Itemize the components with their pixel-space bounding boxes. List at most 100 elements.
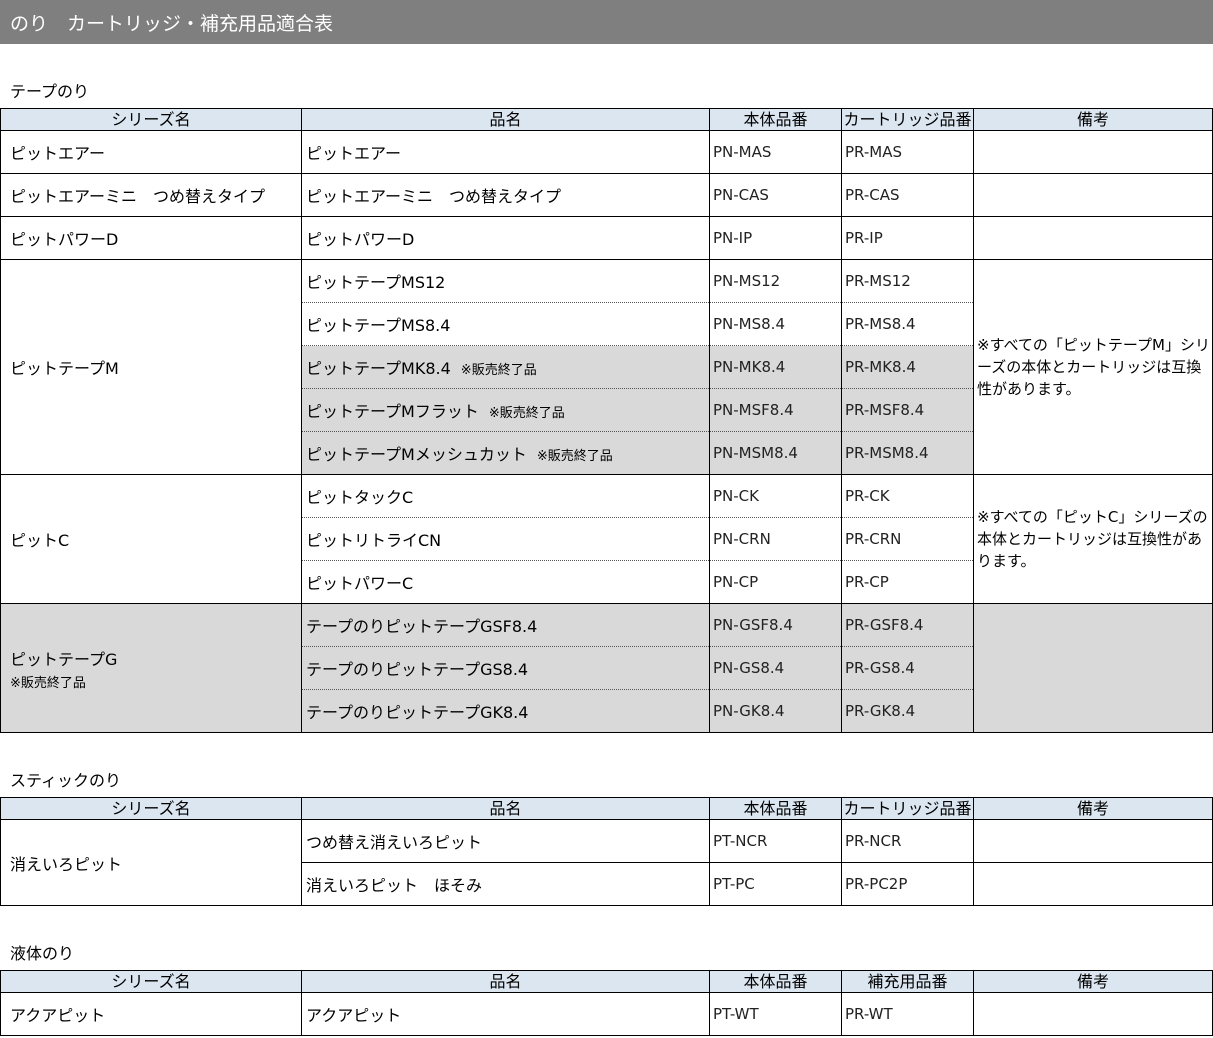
stick-glue-table: シリーズ名 品名 本体品番 カートリッジ品番 備考 消えいろピット つめ替え消え… — [0, 797, 1213, 906]
table-row: ピットパワーD ピットパワーD PN-IP PR-IP — [0, 216, 1213, 260]
table-row: アクアピット アクアピット PT-WT PR-WT — [0, 992, 1213, 1036]
cartridge-code: PR-GK8.4 — [841, 689, 974, 733]
header-cartridge-code: カートリッジ品番 — [841, 797, 974, 820]
product-name: 消えいろピット ほそみ — [301, 862, 710, 906]
table-header-row: シリーズ名 品名 本体品番 カートリッジ品番 備考 — [0, 108, 1213, 131]
header-note: 備考 — [973, 108, 1213, 131]
header-body-code: 本体品番 — [709, 108, 842, 131]
product-name: ピットパワーC — [301, 560, 710, 604]
cartridge-code: PR-CRN — [841, 517, 974, 561]
note-cell: ※すべての「ピットテープM」シリーズの本体とカートリッジは互換性があります。 — [973, 259, 1213, 475]
product-name: テープのりピットテープGK8.4 — [301, 689, 710, 733]
liquid-glue-table: シリーズ名 品名 本体品番 補充用品番 備考 アクアピット アクアピット PT-… — [0, 970, 1213, 1036]
body-code: PN-MS8.4 — [709, 302, 842, 346]
cartridge-code: PR-MS8.4 — [841, 302, 974, 346]
header-name: 品名 — [301, 797, 710, 820]
series-cell: アクアピット — [0, 992, 302, 1036]
product-name: ピットテープMS12 — [301, 259, 710, 303]
product-name: ピットエアー — [301, 130, 710, 174]
header-note: 備考 — [973, 797, 1213, 820]
table-row: ピットテープG ※販売終了品 テープのりピットテープGSF8.4 PN-GSF8.… — [0, 603, 1213, 733]
series-cell: ピットテープM — [0, 259, 302, 475]
note-cell — [973, 603, 1213, 733]
cartridge-code: PR-MAS — [841, 130, 974, 174]
body-code: PN-GK8.4 — [709, 689, 842, 733]
body-code: PT-WT — [709, 992, 842, 1036]
header-note: 備考 — [973, 970, 1213, 993]
body-code: PN-CP — [709, 560, 842, 604]
series-cell: ピットC — [0, 474, 302, 604]
product-name: アクアピット — [301, 992, 710, 1036]
body-code: PN-MAS — [709, 130, 842, 174]
header-name: 品名 — [301, 970, 710, 993]
refill-code: PR-WT — [841, 992, 974, 1036]
discontinued-tag: ※販売終了品 — [488, 406, 565, 421]
discontinued-tag: ※販売終了品 — [536, 449, 613, 464]
section-title-liquid: 液体のり — [10, 944, 75, 963]
product-name-text: ピットテープMK8.4 — [306, 359, 451, 378]
header-refill-code: 補充用品番 — [841, 970, 974, 993]
header-series: シリーズ名 — [0, 797, 302, 820]
product-name: ピットタックC — [301, 474, 710, 518]
discontinued-tag: ※販売終了品 — [10, 675, 86, 691]
product-name: ピットテープMメッシュカット ※販売終了品 — [301, 431, 710, 475]
body-code: PN-MS12 — [709, 259, 842, 303]
cartridge-code: PR-MSM8.4 — [841, 431, 974, 475]
body-code: PN-CK — [709, 474, 842, 518]
product-name: ピットパワーD — [301, 216, 710, 260]
table-row: ピットエアーミニ つめ替えタイプ ピットエアーミニ つめ替えタイプ PN-CAS… — [0, 173, 1213, 217]
cartridge-code: PR-CAS — [841, 173, 974, 217]
body-code: PN-MSF8.4 — [709, 388, 842, 432]
body-code: PN-CRN — [709, 517, 842, 561]
note-cell — [973, 216, 1213, 260]
series-cell: 消えいろピット — [0, 819, 302, 906]
header-body-code: 本体品番 — [709, 797, 842, 820]
body-code: PN-GS8.4 — [709, 646, 842, 690]
body-code: PN-CAS — [709, 173, 842, 217]
product-name-text: ピットテープMフラット — [306, 402, 479, 421]
product-name: ピットテープMK8.4 ※販売終了品 — [301, 345, 710, 389]
section-title-stick: スティックのり — [10, 771, 122, 790]
cartridge-code: PR-MK8.4 — [841, 345, 974, 389]
section-title-tape: テープのり — [10, 82, 90, 101]
table-row: ピットテープM ピットテープMS12 PN-MS12 PR-MS12 ※すべての… — [0, 259, 1213, 475]
product-name: ピットリトライCN — [301, 517, 710, 561]
note-cell — [973, 173, 1213, 217]
note-cell — [973, 130, 1213, 174]
cartridge-code: PR-NCR — [841, 819, 974, 863]
product-name-text: ピットテープMメッシュカット — [306, 445, 527, 464]
cartridge-code: PR-MSF8.4 — [841, 388, 974, 432]
discontinued-tag: ※販売終了品 — [460, 363, 537, 378]
header-body-code: 本体品番 — [709, 970, 842, 993]
product-name: つめ替え消えいろピット — [301, 819, 710, 863]
product-name: ピットテープMS8.4 — [301, 302, 710, 346]
cartridge-code: PR-GSF8.4 — [841, 603, 974, 647]
series-cell: ピットエアーミニ つめ替えタイプ — [0, 173, 302, 217]
tape-glue-table: シリーズ名 品名 本体品番 カートリッジ品番 備考 ピットエアー ピットエアー … — [0, 108, 1213, 733]
table-header-row: シリーズ名 品名 本体品番 カートリッジ品番 備考 — [0, 797, 1213, 820]
body-code: PT-NCR — [709, 819, 842, 863]
series-cell: ピットエアー — [0, 130, 302, 174]
note-cell: ※すべての「ピットC」シリーズの本体とカートリッジは互換性があります。 — [973, 474, 1213, 604]
body-code: PN-MK8.4 — [709, 345, 842, 389]
body-code: PN-GSF8.4 — [709, 603, 842, 647]
note-cell — [973, 862, 1213, 906]
table-row: ピットエアー ピットエアー PN-MAS PR-MAS — [0, 130, 1213, 174]
cartridge-code: PR-MS12 — [841, 259, 974, 303]
table-row: 消えいろピット つめ替え消えいろピット PT-NCR PR-NCR — [0, 819, 1213, 906]
body-code: PN-MSM8.4 — [709, 431, 842, 475]
series-cell: ピットパワーD — [0, 216, 302, 260]
cartridge-code: PR-CK — [841, 474, 974, 518]
cartridge-code: PR-PC2P — [841, 862, 974, 906]
cartridge-code: PR-CP — [841, 560, 974, 604]
table-header-row: シリーズ名 品名 本体品番 補充用品番 備考 — [0, 970, 1213, 993]
cartridge-code: PR-GS8.4 — [841, 646, 974, 690]
product-name: ピットエアーミニ つめ替えタイプ — [301, 173, 710, 217]
table-row: ピットC ピットタックC PN-CK PR-CK ※すべての「ピットC」シリーズ… — [0, 474, 1213, 604]
product-name: ピットテープMフラット ※販売終了品 — [301, 388, 710, 432]
page-title: のり カートリッジ・補充用品適合表 — [0, 0, 1213, 44]
header-cartridge-code: カートリッジ品番 — [841, 108, 974, 131]
note-cell — [973, 992, 1213, 1036]
product-name: テープのりピットテープGSF8.4 — [301, 603, 710, 647]
header-series: シリーズ名 — [0, 108, 302, 131]
